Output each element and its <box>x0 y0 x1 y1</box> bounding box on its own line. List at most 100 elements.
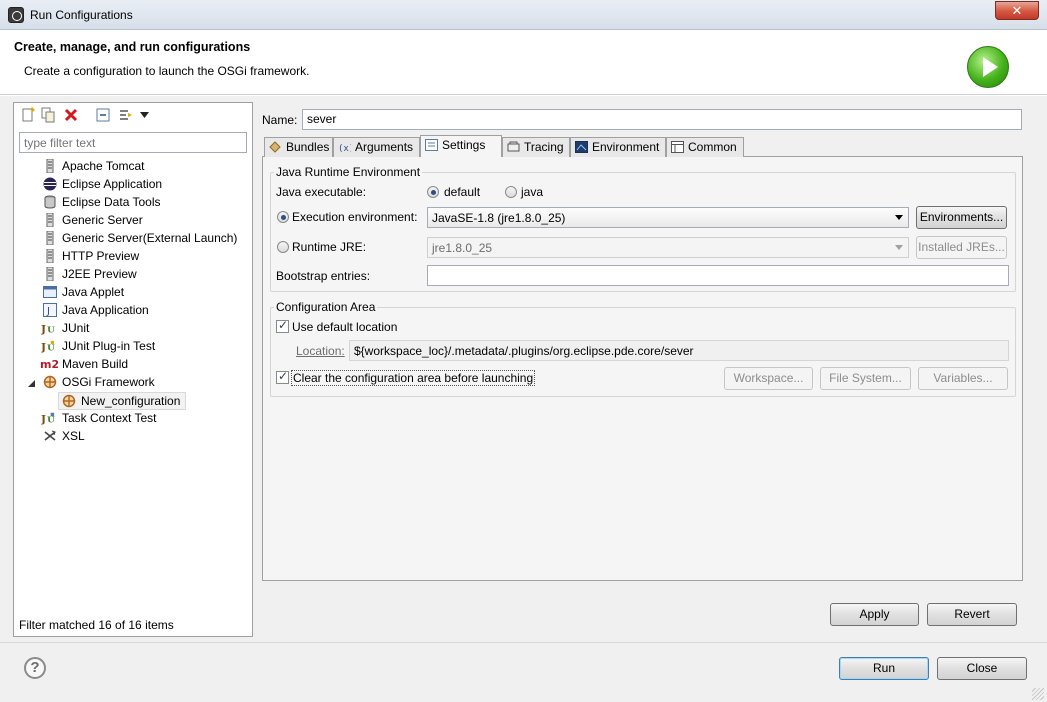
footer-divider <box>0 642 1047 643</box>
filter-input[interactable] <box>19 132 247 153</box>
tree-item-apache-tomcat[interactable]: Apache Tomcat <box>0 158 240 176</box>
file-system-button[interactable]: File System... <box>820 367 911 390</box>
common-icon <box>671 141 684 153</box>
tab-label: Bundles <box>286 140 330 154</box>
bundles-icon <box>269 141 281 153</box>
default-radio-label: default <box>444 185 481 199</box>
tab-arguments[interactable]: (x)= Arguments <box>333 137 420 157</box>
tab-settings[interactable]: Settings <box>420 135 502 157</box>
eclipse-icon <box>43 177 57 191</box>
tree-item-label: Apache Tomcat <box>62 159 145 173</box>
maven-icon: m2 <box>40 358 58 371</box>
tree-item-task-context-test[interactable]: JU Task Context Test <box>0 410 240 428</box>
arguments-icon: (x)= <box>338 144 351 153</box>
expanded-arrow-icon[interactable] <box>28 380 35 387</box>
osgi-config-icon <box>62 394 76 408</box>
new-configuration-icon[interactable] <box>20 107 36 123</box>
tree-item-label: Generic Server(External Launch) <box>62 231 238 245</box>
environments-button[interactable]: Environments... <box>916 206 1007 229</box>
server-icon <box>46 267 54 281</box>
tab-common[interactable]: Common <box>666 137 744 157</box>
svg-text:J: J <box>41 341 46 353</box>
filter-icon[interactable] <box>118 107 134 123</box>
installed-jres-button[interactable]: Installed JREs... <box>916 236 1007 259</box>
tab-label: Common <box>688 140 737 154</box>
execution-environment-value: JavaSE-1.8 (jre1.8.0_25) <box>432 211 566 225</box>
tab-tracing[interactable]: Tracing <box>502 137 570 157</box>
default-radio[interactable] <box>427 186 439 198</box>
tree-item-generic-server[interactable]: Generic Server <box>0 212 240 230</box>
window-close-button[interactable]: ✕ <box>995 1 1039 20</box>
duplicate-icon[interactable] <box>40 107 56 123</box>
apply-button[interactable]: Apply <box>830 603 919 626</box>
delete-icon[interactable] <box>63 107 79 123</box>
server-icon <box>46 159 54 173</box>
use-default-location-checkbox[interactable] <box>276 318 289 333</box>
svg-text:J: J <box>41 323 46 335</box>
tree-item-j2ee-preview[interactable]: J2EE Preview <box>0 266 240 284</box>
runtime-jre-select[interactable]: jre1.8.0_25 <box>427 237 909 258</box>
run-config-window-icon <box>8 7 24 23</box>
tree-item-generic-server-external[interactable]: Generic Server(External Launch) <box>0 230 240 248</box>
server-icon <box>46 213 54 227</box>
workspace-button[interactable]: Workspace... <box>724 367 813 390</box>
name-input[interactable]: sever <box>302 109 1022 130</box>
bootstrap-entries-input[interactable] <box>427 265 1009 286</box>
tree-item-label: JUnit Plug-in Test <box>62 339 156 353</box>
server-icon <box>46 249 54 263</box>
xsl-icon <box>44 430 56 441</box>
bootstrap-entries-label: Bootstrap entries: <box>276 269 371 283</box>
applet-icon <box>43 286 57 298</box>
java-radio-label: java <box>521 185 544 199</box>
name-label: Name: <box>262 113 298 127</box>
run-button[interactable]: Run <box>839 657 929 680</box>
tree-item-java-applet[interactable]: Java Applet <box>0 284 240 302</box>
tree-item-java-application[interactable]: J Java Application <box>0 302 240 320</box>
svg-text:J: J <box>41 413 46 425</box>
tab-label: Tracing <box>524 140 564 154</box>
chevron-down-icon <box>895 245 903 250</box>
tab-environment[interactable]: Environment <box>570 137 666 157</box>
help-icon[interactable]: ? <box>24 657 46 679</box>
collapse-all-icon[interactable] <box>95 107 111 123</box>
osgi-icon <box>43 375 57 389</box>
tab-bundles[interactable]: Bundles <box>264 137 333 157</box>
clear-config-area-label: Clear the configuration area before laun… <box>291 370 536 386</box>
svg-text:m2: m2 <box>40 358 58 371</box>
tree-item-eclipse-data-tools[interactable]: Eclipse Data Tools <box>0 194 240 212</box>
execution-environment-radio[interactable] <box>277 211 289 223</box>
tree-item-eclipse-application[interactable]: Eclipse Application <box>0 176 240 194</box>
revert-button[interactable]: Revert <box>927 603 1017 626</box>
tree-item-new-configuration[interactable]: New_configuration <box>58 392 186 410</box>
location-input[interactable]: ${workspace_loc}/.metadata/.plugins/org.… <box>349 340 1009 361</box>
tree-item-xsl[interactable]: XSL <box>0 428 240 446</box>
clear-config-area-checkbox[interactable] <box>276 369 289 384</box>
filter-status: Filter matched 16 of 16 items <box>19 618 174 632</box>
tree-item-maven-build[interactable]: m2 Maven Build <box>0 356 240 374</box>
chevron-down-icon[interactable] <box>140 112 149 118</box>
junit-icon: JU <box>41 323 55 335</box>
settings-icon <box>425 139 438 151</box>
resize-grip-icon[interactable] <box>1032 688 1044 700</box>
title-bar <box>0 0 1047 30</box>
runtime-jre-label: Runtime JRE: <box>292 240 367 254</box>
execution-environment-select[interactable]: JavaSE-1.8 (jre1.8.0_25) <box>427 207 909 228</box>
tree-item-label: OSGi Framework <box>62 375 155 389</box>
tree-item-label: J2EE Preview <box>62 267 137 281</box>
tab-label: Arguments <box>355 140 414 154</box>
tree-item-label: Java Application <box>62 303 149 317</box>
tab-label: Settings <box>442 138 486 152</box>
tree-item-label: Maven Build <box>62 357 129 371</box>
tree-item-osgi-framework[interactable]: OSGi Framework <box>0 374 240 392</box>
java-radio[interactable] <box>505 186 517 198</box>
runtime-jre-radio[interactable] <box>277 241 289 253</box>
environment-icon <box>575 141 588 153</box>
tree-item-http-preview[interactable]: HTTP Preview <box>0 248 240 266</box>
tree-item-junit[interactable]: JU JUnit <box>0 320 240 338</box>
svg-text:(x)=: (x)= <box>338 144 351 153</box>
tree-item-label: XSL <box>62 429 85 443</box>
svg-text:U: U <box>47 325 55 335</box>
close-button[interactable]: Close <box>937 657 1027 680</box>
tree-item-junit-plugin-test[interactable]: JU JUnit Plug-in Test <box>0 338 240 356</box>
variables-button[interactable]: Variables... <box>918 367 1008 390</box>
